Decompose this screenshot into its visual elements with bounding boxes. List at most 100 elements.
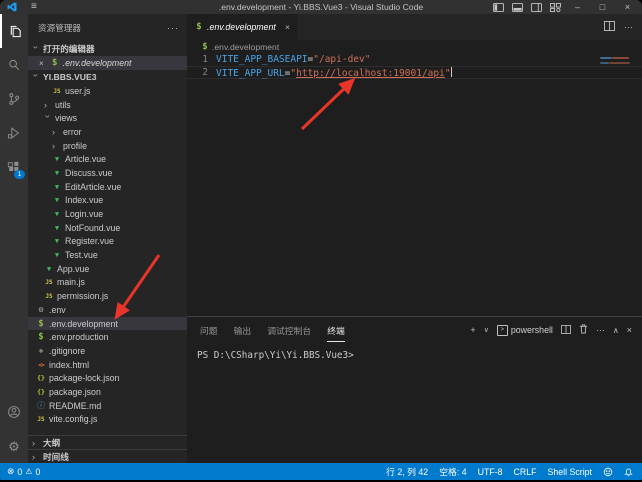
file-tree: user.js › utils › views › error › — [28, 84, 187, 426]
vue-file-icon — [52, 223, 62, 233]
tree-item[interactable]: Register.vue — [28, 235, 187, 249]
tree-item[interactable]: .gitignore — [28, 344, 187, 358]
close-editor-icon[interactable]: × — [39, 59, 44, 68]
tree-item[interactable]: EditArticle.vue — [28, 180, 187, 194]
json-file-icon — [36, 387, 46, 397]
powershell-icon: > — [497, 325, 508, 336]
eol-status[interactable]: CRLF — [514, 467, 537, 477]
notifications-bell-icon[interactable] — [624, 467, 633, 477]
problems-status[interactable]: ⊗0 ⚠0 — [7, 466, 40, 477]
feedback-icon[interactable] — [603, 467, 613, 477]
minimap[interactable] — [598, 53, 636, 316]
tree-item-label: utils — [55, 100, 71, 110]
tree-item[interactable]: › views — [28, 111, 187, 125]
account-icon[interactable] — [0, 395, 28, 429]
tree-item[interactable]: › utils — [28, 98, 187, 112]
url-link[interactable]: http://localhost:19001/api — [296, 68, 445, 79]
kill-terminal-icon[interactable] — [579, 324, 588, 336]
tree-item[interactable]: › error — [28, 125, 187, 139]
tree-item[interactable]: › profile — [28, 139, 187, 153]
outline-section-header[interactable]: › 大纲 — [28, 435, 187, 449]
toggle-panel-icon[interactable] — [508, 0, 527, 14]
tree-item-label: Test.vue — [65, 250, 98, 260]
bottom-panel: 问题 输出 调试控制台 终端 + ∨ > powershell — [187, 316, 642, 463]
tree-item[interactable]: NotFound.vue — [28, 221, 187, 235]
close-panel-icon[interactable]: × — [627, 325, 632, 335]
tree-item-label: .env.production — [49, 332, 109, 342]
source-control-icon[interactable] — [0, 82, 28, 116]
breadcrumb-item[interactable]: .env.development — [212, 42, 279, 52]
terminal-dropdown-icon[interactable]: ∨ — [484, 326, 489, 334]
settings-gear-icon[interactable]: ⚙ — [0, 429, 28, 463]
encoding-status[interactable]: UTF-8 — [478, 467, 503, 477]
open-editor-item[interactable]: × .env.development — [28, 56, 187, 70]
html-file-icon — [36, 360, 46, 370]
maximize-button[interactable]: □ — [590, 0, 615, 14]
tree-item[interactable]: Test.vue — [28, 248, 187, 262]
tree-item[interactable]: package-lock.json — [28, 371, 187, 385]
tree-item[interactable]: Index.vue — [28, 194, 187, 208]
folder-chevron-icon: › — [52, 141, 60, 151]
new-terminal-icon[interactable]: + — [470, 325, 475, 335]
extensions-icon[interactable]: 1 — [0, 150, 28, 184]
menu-icon[interactable]: ≡ — [31, 0, 37, 14]
code-editor[interactable]: 1 VITE_APP_BASEAPI="/api-dev" 2 VITE_APP… — [187, 53, 642, 316]
terminal-shell-select[interactable]: > powershell — [497, 325, 553, 336]
tree-item[interactable]: package.json — [28, 385, 187, 399]
language-mode-status[interactable]: Shell Script — [548, 467, 593, 477]
open-editors-header[interactable]: › 打开的编辑器 — [28, 42, 187, 56]
timeline-section-header[interactable]: › 时间线 — [28, 449, 187, 463]
search-icon[interactable] — [0, 48, 28, 82]
info-file-icon — [36, 400, 46, 411]
maximize-panel-icon[interactable]: ∧ — [613, 326, 619, 335]
tree-item[interactable]: Article.vue — [28, 152, 187, 166]
tab-output[interactable]: 输出 — [234, 319, 252, 341]
tree-item[interactable]: user.js — [28, 84, 187, 98]
minimize-button[interactable]: – — [565, 0, 590, 14]
tree-item[interactable]: .env.development — [28, 317, 187, 331]
tree-item[interactable]: vite.config.js — [28, 413, 187, 427]
tree-item[interactable]: permission.js — [28, 289, 187, 303]
vue-file-icon — [52, 209, 62, 219]
tab-debug-console[interactable]: 调试控制台 — [267, 319, 311, 341]
indentation-status[interactable]: 空格: 4 — [439, 465, 466, 478]
tree-item[interactable]: .env.production — [28, 330, 187, 344]
split-terminal-icon[interactable] — [561, 325, 571, 336]
chevron-down-icon: › — [31, 74, 41, 82]
chevron-right-icon: › — [32, 452, 40, 462]
run-and-debug-icon[interactable] — [0, 116, 28, 150]
js-file-icon — [36, 414, 46, 424]
tree-item[interactable]: Discuss.vue — [28, 166, 187, 180]
split-editor-icon[interactable] — [604, 18, 615, 36]
tree-item[interactable]: .env — [28, 303, 187, 317]
folder-chevron-icon: › — [52, 127, 60, 137]
tree-item[interactable]: README.md — [28, 399, 187, 413]
editor-more-actions-icon[interactable]: ··· — [624, 22, 633, 32]
explorer-more-actions-icon[interactable]: ··· — [167, 23, 179, 33]
customize-layout-icon[interactable] — [546, 0, 565, 14]
project-root-header[interactable]: › YI.BBS.VUE3 — [28, 70, 187, 84]
tab-problems[interactable]: 问题 — [200, 319, 218, 341]
vue-file-icon — [52, 195, 62, 205]
folder-chevron-icon: › — [44, 100, 52, 110]
shellscript-file-icon — [194, 22, 204, 32]
chevron-down-icon: › — [31, 46, 41, 54]
panel-more-actions-icon[interactable]: ··· — [596, 325, 605, 335]
tree-item[interactable]: main.js — [28, 276, 187, 290]
toggle-secondary-sidebar-icon[interactable] — [527, 0, 546, 14]
tab-terminal[interactable]: 终端 — [327, 319, 345, 342]
toggle-sidebar-icon[interactable] — [489, 0, 508, 14]
gear-file-icon — [36, 305, 46, 315]
breadcrumb[interactable]: .env.development — [187, 40, 642, 53]
tab-env-development[interactable]: .env.development × — [187, 14, 297, 40]
explorer-icon[interactable] — [0, 14, 28, 48]
tree-item[interactable]: Login.vue — [28, 207, 187, 221]
tree-item[interactable]: App.vue — [28, 262, 187, 276]
text-cursor — [451, 67, 452, 77]
close-button[interactable]: × — [615, 0, 640, 14]
tree-item-label: package.json — [49, 387, 101, 397]
cursor-position-status[interactable]: 行 2, 列 42 — [386, 465, 428, 478]
tab-close-icon[interactable]: × — [285, 22, 290, 32]
tree-item[interactable]: index.html — [28, 358, 187, 372]
terminal[interactable]: PS D:\CSharp\Yi\Yi.BBS.Vue3> — [187, 343, 642, 463]
